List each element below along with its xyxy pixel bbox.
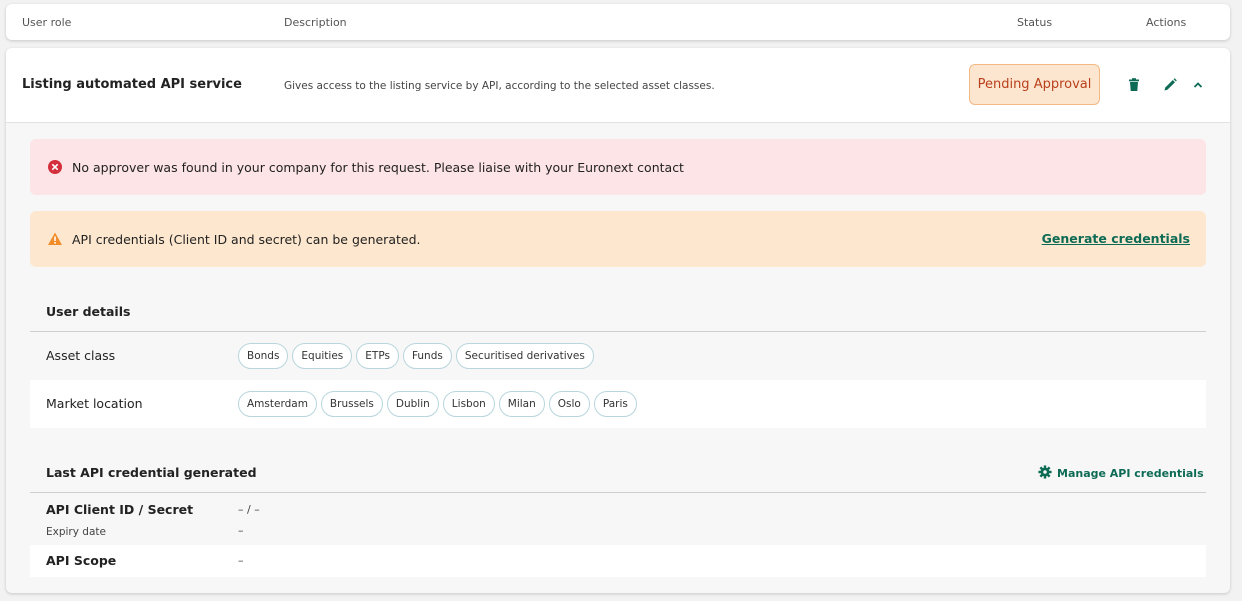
manage-api-credentials-label: Manage API credentials — [1057, 467, 1204, 480]
chip: Equities — [292, 343, 353, 369]
table-header: User role Description Status Actions — [6, 4, 1230, 40]
credentials-title: Last API credential generated — [46, 465, 257, 480]
chip: Milan — [498, 391, 545, 417]
section-divider — [30, 492, 1206, 493]
chip: Brussels — [320, 391, 383, 417]
generate-credentials-link[interactable]: Generate credentials — [1042, 231, 1190, 246]
header-actions: Actions — [1146, 16, 1187, 29]
chip: Amsterdam — [238, 391, 317, 417]
pencil-icon[interactable] — [1162, 77, 1178, 93]
chevron-up-icon[interactable] — [1190, 77, 1206, 93]
warning-icon — [47, 231, 63, 247]
role-card: Listing automated API service Gives acce… — [6, 48, 1230, 593]
api-client-id-label: API Client ID / Secret — [46, 502, 194, 517]
warning-text: API credentials (Client ID and secret) c… — [72, 232, 421, 247]
api-scope-value: – — [238, 554, 244, 567]
header-status: Status — [1017, 16, 1053, 29]
chip: Lisbon — [442, 391, 495, 417]
asset-class-label: Asset class — [46, 348, 116, 363]
api-client-id-value: – / – — [238, 503, 260, 516]
market-location-label: Market location — [46, 396, 143, 411]
expiry-date-label: Expiry date — [46, 526, 106, 538]
market-location-row: Market location Amsterdam Brussels Dubli… — [30, 380, 1206, 428]
header-description: Description — [284, 16, 347, 29]
trash-icon[interactable] — [1126, 77, 1142, 93]
gear-icon — [1038, 465, 1052, 482]
status-badge: Pending Approval — [969, 64, 1100, 105]
role-description: Gives access to the listing service by A… — [284, 80, 715, 92]
expiry-date-value: – — [238, 524, 244, 537]
error-circle-icon — [47, 159, 63, 175]
chip: Paris — [593, 391, 637, 417]
role-title: Listing automated API service — [22, 77, 242, 92]
user-details-title: User details — [46, 304, 131, 319]
api-scope-label: API Scope — [46, 553, 117, 568]
chip: Securitised derivatives — [455, 343, 594, 369]
chip: Bonds — [238, 343, 289, 369]
error-text: No approver was found in your company fo… — [72, 160, 684, 175]
warning-alert: API credentials (Client ID and secret) c… — [30, 211, 1206, 267]
chip: Funds — [402, 343, 452, 369]
header-user-role: User role — [22, 16, 72, 29]
chip: Oslo — [548, 391, 590, 417]
error-alert: No approver was found in your company fo… — [30, 139, 1206, 195]
api-scope-row: API Scope – — [30, 545, 1206, 577]
chip: Dublin — [386, 391, 439, 417]
asset-class-chips: Bonds Equities ETPs Funds Securitised de… — [238, 343, 594, 369]
manage-api-credentials-button[interactable]: Manage API credentials — [1038, 465, 1204, 482]
chip: ETPs — [356, 343, 399, 369]
market-location-chips: Amsterdam Brussels Dublin Lisbon Milan O… — [238, 391, 637, 417]
role-row[interactable]: Listing automated API service Gives acce… — [6, 48, 1230, 123]
asset-class-row: Asset class Bonds Equities ETPs Funds Se… — [30, 332, 1206, 380]
